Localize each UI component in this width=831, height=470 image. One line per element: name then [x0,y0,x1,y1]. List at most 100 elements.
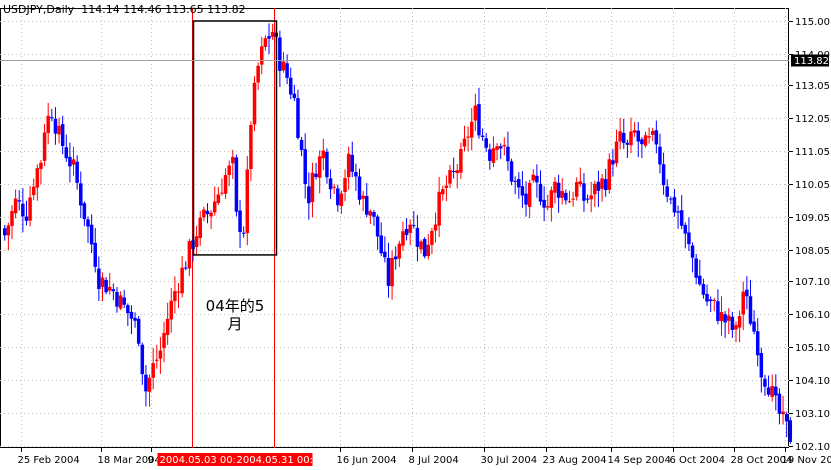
candle-body [719,312,724,321]
candle-body [404,228,409,236]
candle-body [513,180,517,182]
candle-body [288,77,293,95]
candle-body [661,164,666,186]
candle [401,221,405,251]
candle-body [79,183,83,206]
candle-body [260,46,264,65]
candle [513,176,517,195]
candle [354,163,358,191]
candle-body [234,157,239,212]
candle-body [13,198,18,214]
candle [766,375,771,397]
candle [408,219,412,246]
candle-body [180,267,184,294]
candle [375,214,380,250]
candle-body [737,316,742,328]
candle-body [357,176,362,200]
candle-body [451,170,456,172]
candle-body [162,332,166,349]
candle-body [564,192,568,201]
candle-body [574,182,579,197]
candle [636,122,640,158]
candle [430,227,434,254]
candle [698,259,702,287]
candle-body [393,256,398,260]
candle [343,169,347,202]
candle-body [488,149,492,161]
candle [723,311,727,338]
candle [3,224,7,241]
candle [332,183,336,195]
candle-body [502,144,507,147]
candle [234,154,239,217]
candle-body [151,363,155,378]
candle-body [419,241,423,250]
candle-body [412,225,416,227]
candle [770,374,774,402]
candle [361,191,365,212]
candle-body [694,258,698,278]
candle [509,158,514,186]
highlight-box [192,20,278,256]
symbol-label: USDJPY,Daily 114.14 114.46 113.65 113.82 [3,3,246,16]
candle-body [372,212,376,217]
candle [542,186,546,222]
candle [314,162,318,180]
candle-body [136,318,141,344]
candle [21,188,25,233]
candle-body [245,169,250,234]
candle-body [759,352,764,378]
candle [325,148,329,184]
candle [89,214,94,253]
candle-body [401,231,405,246]
candle-body [422,239,427,257]
y-tick-label: 115.00 [795,17,830,28]
candle-body [433,224,438,231]
candle [687,217,691,252]
candle [263,35,268,51]
annotation-line-1: 04年的5 [205,297,265,315]
candle-body [31,186,36,196]
candle-body [383,251,387,258]
candle [647,127,651,144]
candle [245,156,250,246]
candle [292,84,297,102]
candle-body [212,201,217,213]
candle [144,365,148,407]
current-price-label: 113.82 [794,56,829,67]
candle-body [734,325,738,330]
candle-body [589,195,593,200]
candle [517,172,521,199]
y-tick-label: 110.05 [795,180,830,191]
candle-body [748,296,753,324]
candle [574,177,579,201]
candle-body [770,386,774,397]
candle [328,169,333,199]
candle [585,194,590,204]
candle [578,167,583,187]
candle [622,118,626,149]
candle-body [42,132,47,161]
candle [151,348,155,390]
candle-body [89,224,94,245]
candle [748,279,753,326]
candle-body [701,284,706,295]
candle-body [53,118,58,134]
candle-body [296,98,300,138]
candle [17,190,21,211]
candle [397,240,402,267]
candle [419,239,423,254]
candle [730,311,735,338]
candle [278,30,282,88]
candle-body [317,156,322,178]
candle-body [593,183,597,195]
candle-body [267,36,271,39]
candle [553,177,557,204]
candle [477,87,481,139]
candle-body [354,172,358,177]
candle [502,137,507,156]
candle [524,181,528,217]
candle-body [535,175,539,183]
candle-body [469,121,474,138]
candle [650,127,655,142]
